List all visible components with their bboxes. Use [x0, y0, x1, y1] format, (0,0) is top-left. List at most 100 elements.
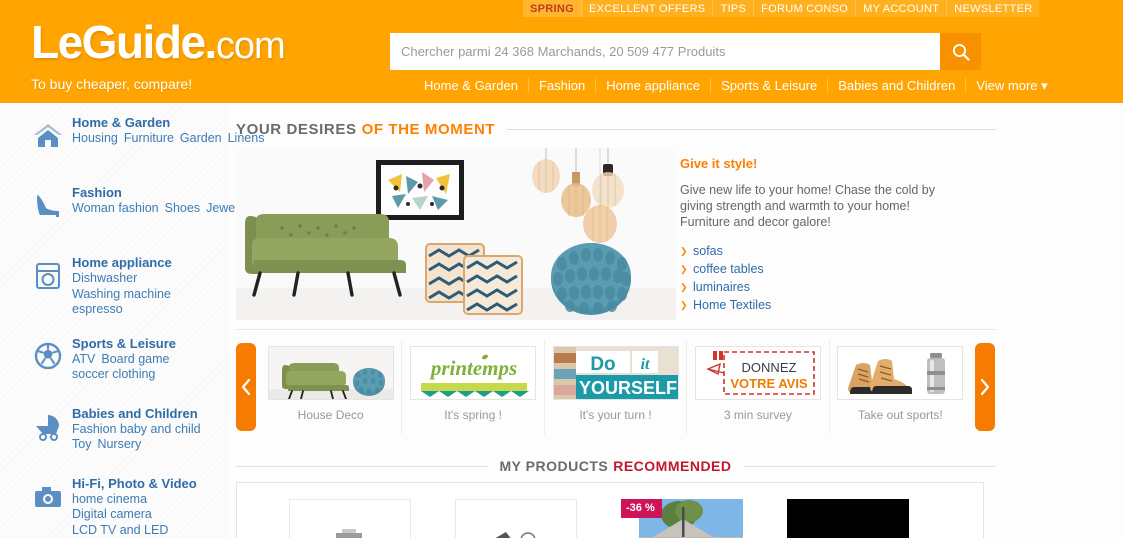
svg-text:printemps: printemps [429, 356, 517, 380]
topnav-label: MY ACCOUNT [863, 2, 940, 15]
recommended-product-3[interactable]: -36 % [621, 499, 743, 538]
sidebar-item-babies-children[interactable]: Babies and Children Fashion baby and chi… [0, 406, 228, 458]
heading-rule-left [236, 465, 488, 467]
recommended-product-4[interactable] [787, 499, 909, 538]
page-body: Home & Garden Housing Furniture Garden Line… [0, 103, 1123, 538]
nav-item-babies-children[interactable]: Babies and Children [827, 78, 965, 93]
carousel-item-survey[interactable]: DONNEZ VOTRE AVIS 3 min survey [686, 340, 828, 434]
search-icon [952, 43, 970, 61]
carousel-track: House Deco printemps It's spring ! Do it… [256, 340, 975, 434]
hero-banner: Give it style! Give new life to your hom… [236, 148, 995, 330]
top-navigation: SPRING EXCELLENT OFFERS TIPS FORUM CONSO… [523, 0, 1040, 17]
hiking-boots-and-flask-photo [838, 347, 963, 399]
sidebar-title[interactable]: Home & Garden [72, 115, 222, 130]
sidebar-title[interactable]: Hi-Fi, Photo & Video [72, 476, 222, 491]
sidebar-link[interactable]: Digital camera [72, 507, 152, 521]
recommended-heading-part1: MY PRODUCTS [499, 458, 609, 474]
product-photo-2 [456, 500, 576, 538]
site-logo[interactable]: LeGuide.com To buy cheaper, compare! [31, 18, 286, 92]
washing-machine-icon [36, 263, 60, 289]
sidebar-item-fashion[interactable]: Fashion Woman fashionShoesJewelry & Watc… [0, 185, 299, 237]
topnav-item-tips[interactable]: TIPS [712, 0, 753, 17]
sidebar-links: Housing Furniture Garden Linens [72, 131, 264, 147]
sidebar-link[interactable]: Housing [72, 131, 118, 145]
topnav-item-spring[interactable]: SPRING [523, 0, 581, 17]
sidebar-title[interactable]: Babies and Children [72, 406, 222, 421]
nav-item-view-more[interactable]: View more ▾ [965, 78, 1057, 93]
carousel-item-its-spring[interactable]: printemps It's spring ! [401, 340, 543, 434]
hero-link-list: sofas coffee tables luminaires Home Text… [680, 242, 995, 314]
search-bar [390, 33, 981, 70]
sidebar-link[interactable]: espresso [72, 302, 123, 316]
carousel-item-take-out-sports[interactable]: Take out sports! [828, 340, 971, 434]
sidebar-item-hifi-photo-video[interactable]: Hi-Fi, Photo & Video home cinema Digital… [0, 476, 228, 538]
sidebar-link[interactable]: Fashion baby and child [72, 422, 201, 436]
sidebar-link[interactable]: ATV [72, 352, 95, 366]
recommended-product-2[interactable] [455, 499, 577, 538]
carousel-prev-button[interactable] [236, 343, 256, 431]
sidebar-item-sports-leisure[interactable]: Sports & Leisure ATV Board game soccer cl… [0, 336, 228, 388]
house-icon [34, 124, 62, 147]
svg-text:YOURSELF: YOURSELF [579, 378, 677, 398]
heading-rule [507, 129, 996, 130]
sidebar-link[interactable]: Dishwasher [72, 271, 137, 285]
topnav-label: NEWSLETTER [954, 2, 1033, 15]
product-thumb [289, 499, 411, 538]
sidebar-title[interactable]: Sports & Leisure [72, 336, 222, 351]
nav-item-home-garden[interactable]: Home & Garden [414, 78, 528, 93]
sidebar-link[interactable]: Board game [101, 352, 169, 366]
sidebar-link[interactable]: soccer clothing [72, 367, 155, 381]
hero-link-home-textiles[interactable]: Home Textiles [680, 296, 995, 314]
hero-description: Give new life to your home! Chase the co… [680, 183, 935, 229]
topnav-item-my-account[interactable]: MY ACCOUNT [855, 0, 946, 17]
sidebar-link[interactable]: Garden [180, 131, 222, 145]
carousel-item-house-deco[interactable]: House Deco [260, 340, 401, 434]
carousel-thumb [837, 346, 964, 400]
topnav-item-newsletter[interactable]: NEWSLETTER [946, 0, 1039, 17]
search-button[interactable] [940, 33, 981, 70]
sidebar-link[interactable]: Toy [72, 437, 91, 451]
living-room-scene-illustration [236, 148, 676, 320]
high-heel-shoe-icon [37, 195, 59, 217]
recommended-product-1[interactable] [289, 499, 411, 538]
desires-heading: YOUR DESIRES OF THE MOMENT [236, 103, 996, 138]
hero-link-luminaires[interactable]: luminaires [680, 278, 995, 296]
carousel-label: 3 min survey [723, 408, 792, 422]
hero-title: Give it style! [680, 156, 758, 171]
sidebar-link[interactable]: Washing machine [72, 287, 171, 301]
survey-banner: DONNEZ VOTRE AVIS [695, 347, 820, 399]
nav-item-home-appliance[interactable]: Home appliance [595, 78, 710, 93]
sidebar-link[interactable]: Nursery [97, 437, 141, 451]
nav-item-fashion[interactable]: Fashion [527, 78, 595, 93]
sidebar-link[interactable]: home cinema [72, 492, 147, 506]
recommended-heading-part2: RECOMMENDED [613, 458, 732, 474]
topnav-item-forum-conso[interactable]: FORUM CONSO [753, 0, 855, 17]
sidebar-title[interactable]: Home appliance [72, 255, 222, 270]
nav-item-sports-leisure[interactable]: Sports & Leisure [710, 78, 827, 93]
carousel-label: Take out sports! [857, 408, 943, 422]
sidebar-link[interactable]: LCD TV and LED [72, 523, 168, 537]
sidebar-link[interactable]: Furniture [124, 131, 174, 145]
product-photo-4 [787, 499, 909, 538]
carousel-thumb: printemps [410, 346, 537, 400]
hero-image[interactable] [236, 148, 676, 320]
search-input[interactable] [390, 33, 940, 70]
topnav-item-excellent-offers[interactable]: EXCELLENT OFFERS [580, 0, 712, 17]
sidebar-item-home-appliance[interactable]: Home appliance Dishwasher Washing machin… [0, 255, 228, 318]
carousel-label: House Deco [297, 408, 364, 422]
promo-carousel: House Deco printemps It's spring ! Do it… [236, 340, 995, 434]
carousel-label: It's spring ! [444, 408, 502, 422]
svg-text:VOTRE AVIS: VOTRE AVIS [730, 376, 808, 391]
chevron-right-icon [980, 378, 990, 396]
carousel-item-do-it-yourself[interactable]: Do it YOURSELF It's your turn ! [543, 340, 686, 434]
sidebar-item-home-garden[interactable]: Home & Garden Housing Furniture Garden Line… [0, 115, 264, 167]
stroller-icon [36, 414, 59, 441]
sidebar-link[interactable]: Shoes [165, 201, 200, 215]
svg-text:it: it [640, 356, 649, 373]
hero-link-sofas[interactable]: sofas [680, 242, 995, 260]
topnav-label: SPRING [530, 2, 574, 15]
sidebar-title[interactable]: Fashion [72, 185, 222, 200]
sidebar-link[interactable]: Woman fashion [72, 201, 159, 215]
hero-link-coffee-tables[interactable]: coffee tables [680, 260, 995, 278]
carousel-next-button[interactable] [975, 343, 995, 431]
